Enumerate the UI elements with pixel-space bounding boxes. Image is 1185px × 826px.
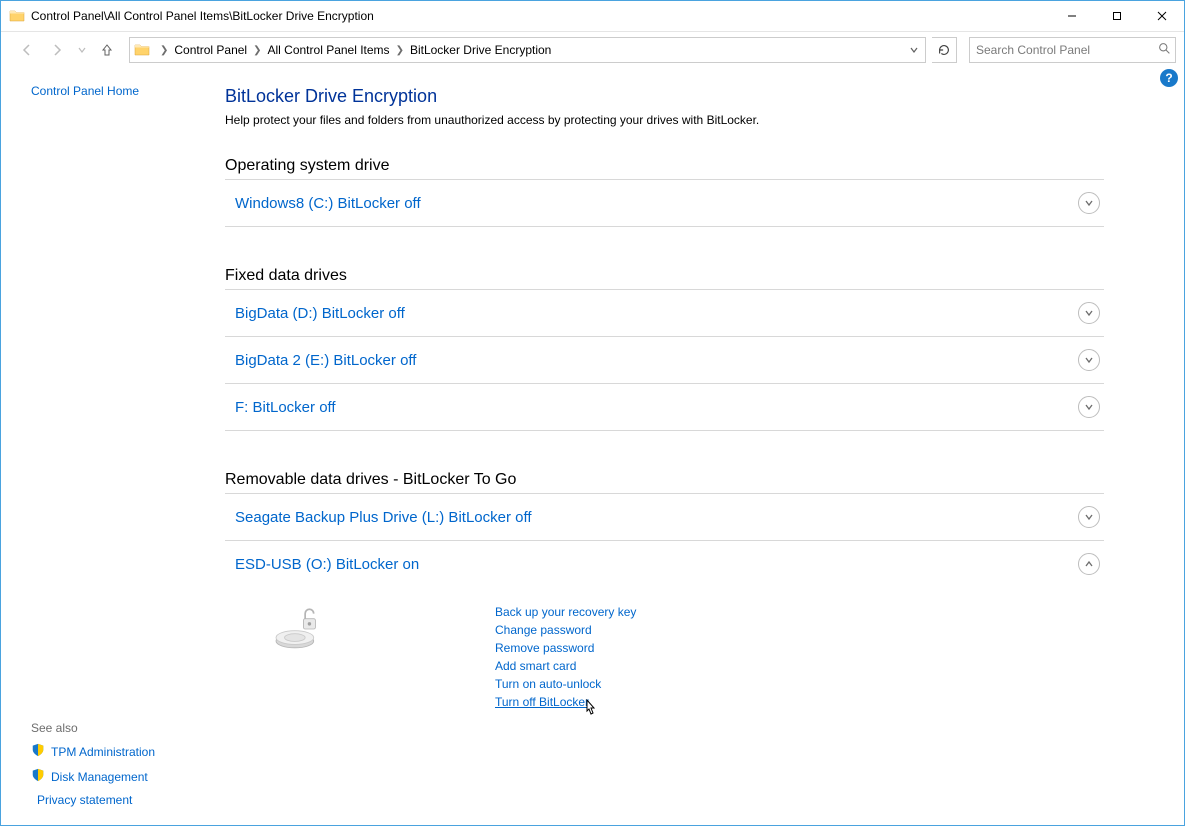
page-description: Help protect your files and folders from… [225, 113, 1104, 127]
folder-icon [134, 42, 150, 58]
drive-label: BigData 2 (E:) BitLocker off [235, 352, 416, 369]
page-title: BitLocker Drive Encryption [225, 86, 1104, 107]
address-bar[interactable]: ❯ Control Panel ❯ All Control Panel Item… [129, 37, 926, 63]
drive-row[interactable]: BigData 2 (E:) BitLocker off [225, 337, 1104, 384]
up-button[interactable] [95, 38, 119, 62]
maximize-button[interactable] [1094, 2, 1139, 31]
drive-expanded-panel: Back up your recovery key Change passwor… [225, 587, 1104, 719]
minimize-button[interactable] [1049, 2, 1094, 31]
control-panel-home-link[interactable]: Control Panel Home [31, 84, 201, 98]
address-dropdown[interactable] [905, 45, 923, 55]
window-controls [1049, 2, 1184, 31]
expand-button[interactable] [1078, 506, 1100, 528]
disk-management-link[interactable]: Disk Management [51, 770, 148, 784]
content: Control Panel Home See also TPM Administ… [1, 68, 1184, 825]
see-also-item: Privacy statement [31, 793, 201, 807]
expand-button[interactable] [1078, 396, 1100, 418]
drive-label: BigData (D:) BitLocker off [235, 305, 405, 322]
privacy-statement-link[interactable]: Privacy statement [37, 793, 132, 807]
recent-dropdown[interactable] [75, 38, 89, 62]
breadcrumb-item[interactable]: BitLocker Drive Encryption [410, 38, 551, 62]
see-also-heading: See also [31, 721, 201, 735]
see-also-item: Disk Management [31, 768, 201, 785]
search-icon[interactable] [1158, 42, 1171, 58]
close-button[interactable] [1139, 2, 1184, 31]
tpm-admin-link[interactable]: TPM Administration [51, 745, 155, 759]
chevron-right-icon[interactable]: ❯ [160, 38, 168, 62]
drive-unlocked-icon [265, 605, 335, 709]
drive-label: ESD-USB (O:) BitLocker on [235, 556, 419, 573]
search-box[interactable] [969, 37, 1176, 63]
expand-button[interactable] [1078, 192, 1100, 214]
drive-row[interactable]: BigData (D:) BitLocker off [225, 290, 1104, 337]
refresh-button[interactable] [932, 37, 957, 63]
nav-row: ❯ Control Panel ❯ All Control Panel Item… [1, 32, 1184, 68]
drive-actions: Back up your recovery key Change passwor… [495, 605, 636, 709]
expand-button[interactable] [1078, 349, 1100, 371]
section-removable-title: Removable data drives - BitLocker To Go [225, 471, 1104, 494]
titlebar: Control Panel\All Control Panel Items\Bi… [1, 1, 1184, 32]
section-os-title: Operating system drive [225, 157, 1104, 180]
window: Control Panel\All Control Panel Items\Bi… [0, 0, 1185, 826]
shield-icon [31, 743, 45, 760]
window-title: Control Panel\All Control Panel Items\Bi… [31, 9, 374, 23]
expand-button[interactable] [1078, 302, 1100, 324]
breadcrumb-item[interactable]: All Control Panel Items [268, 38, 390, 62]
add-smart-card-link[interactable]: Add smart card [495, 659, 636, 673]
drive-label: Seagate Backup Plus Drive (L:) BitLocker… [235, 509, 532, 526]
drive-row[interactable]: Seagate Backup Plus Drive (L:) BitLocker… [225, 494, 1104, 541]
main: BitLocker Drive Encryption Help protect … [211, 68, 1184, 825]
forward-button[interactable] [45, 38, 69, 62]
backup-recovery-key-link[interactable]: Back up your recovery key [495, 605, 636, 619]
sidebar: Control Panel Home See also TPM Administ… [1, 68, 211, 825]
help-icon[interactable]: ? [1160, 69, 1178, 87]
remove-password-link[interactable]: Remove password [495, 641, 636, 655]
chevron-right-icon[interactable]: ❯ [396, 38, 404, 62]
folder-icon [9, 8, 25, 24]
turn-on-auto-unlock-link[interactable]: Turn on auto-unlock [495, 677, 636, 691]
back-button[interactable] [15, 38, 39, 62]
change-password-link[interactable]: Change password [495, 623, 636, 637]
shield-icon [31, 768, 45, 785]
drive-row[interactable]: Windows8 (C:) BitLocker off [225, 180, 1104, 227]
turn-off-bitlocker-link[interactable]: Turn off BitLocker [495, 695, 636, 709]
drive-row-expanded[interactable]: ESD-USB (O:) BitLocker on [225, 541, 1104, 587]
drive-label: F: BitLocker off [235, 399, 336, 416]
drive-row[interactable]: F: BitLocker off [225, 384, 1104, 431]
breadcrumb-item[interactable]: Control Panel [174, 38, 247, 62]
section-fixed-title: Fixed data drives [225, 267, 1104, 290]
see-also-item: TPM Administration [31, 743, 201, 760]
search-input[interactable] [974, 42, 1158, 58]
collapse-button[interactable] [1078, 553, 1100, 575]
chevron-right-icon[interactable]: ❯ [253, 38, 261, 62]
drive-label: Windows8 (C:) BitLocker off [235, 195, 421, 212]
